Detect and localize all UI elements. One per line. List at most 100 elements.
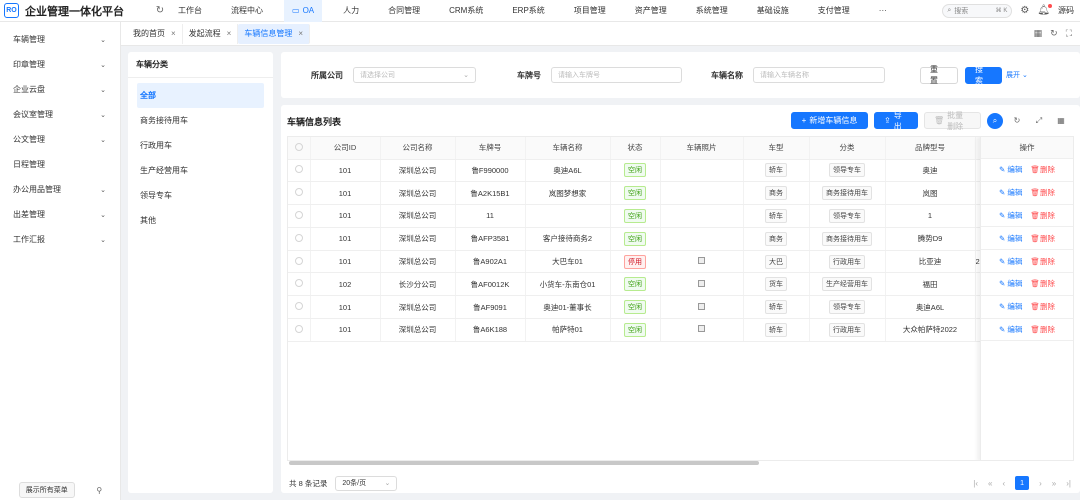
current-page[interactable]: 1 bbox=[1015, 476, 1030, 490]
top-nav-item[interactable]: ERP系统 bbox=[504, 0, 552, 22]
reset-button[interactable]: 重 置 bbox=[920, 65, 958, 85]
horizontal-scrollbar[interactable] bbox=[289, 461, 759, 465]
row-checkbox[interactable] bbox=[294, 302, 303, 311]
next-page-icon[interactable]: › bbox=[1039, 479, 1042, 488]
table-row[interactable]: 101 深圳总公司 鲁AFP3581 客户接待商务2 空闲 商务 商务接待用车 腾势D9 bbox=[288, 227, 1073, 251]
columns-icon[interactable]: ▦ bbox=[1053, 113, 1069, 129]
sidebar-item[interactable]: 出差管理 ⌄ bbox=[0, 202, 120, 227]
table-row[interactable]: 101 深圳总公司 鲁F990000 奥迪A6L 空闲 轿车 领导专车 奥迪 bbox=[288, 159, 1073, 183]
select-all-checkbox[interactable] bbox=[294, 142, 303, 151]
settings-icon[interactable]: ⚙ bbox=[1020, 5, 1029, 16]
top-nav-item[interactable]: 资产管理 bbox=[627, 0, 675, 22]
close-icon[interactable]: × bbox=[227, 29, 232, 38]
table-row[interactable]: 101 深圳总公司 鲁A6K188 帕萨特01 空闲 轿车 行政用车 大众帕萨特2022 bbox=[288, 318, 1073, 342]
sidebar-item[interactable]: 印章管理 ⌄ bbox=[0, 52, 120, 77]
app-logo[interactable]: RO 企业管理一体化平台 bbox=[0, 3, 150, 19]
tab-home[interactable]: 我的首页 × bbox=[127, 23, 183, 44]
vehicle-name-input[interactable]: 请输入车辆名称 bbox=[753, 67, 885, 83]
broken-image-icon[interactable] bbox=[698, 279, 705, 287]
delete-button[interactable]: 🗑︎删除 bbox=[1030, 324, 1055, 335]
user-name[interactable]: 源码 bbox=[1058, 5, 1074, 16]
page-size-select[interactable]: 20条/页 ⌄ bbox=[335, 475, 398, 491]
search-toggle-icon[interactable]: ⌕ bbox=[987, 112, 1003, 129]
row-checkbox[interactable] bbox=[294, 210, 303, 219]
table-row[interactable]: 101 深圳总公司 鲁A2K15B1 岚图梦想家 空闲 商务 商务接待用车 岚图 bbox=[288, 181, 1073, 206]
sidebar-item[interactable]: 会议室管理 ⌄ bbox=[0, 102, 120, 127]
table-row[interactable]: 101 深圳总公司 鲁A902A1 大巴车01 停用 大巴 行政用车 比亚迪 2 bbox=[288, 250, 1073, 274]
broken-image-icon[interactable] bbox=[698, 325, 705, 333]
column-header[interactable]: 车辆名称 bbox=[525, 137, 611, 160]
category-item[interactable]: 其他 bbox=[137, 208, 264, 233]
row-checkbox[interactable] bbox=[294, 324, 303, 333]
edit-button[interactable]: ✎ 编辑 bbox=[999, 301, 1022, 312]
top-nav-item[interactable]: 流程中心 bbox=[223, 0, 271, 22]
show-all-menu-button[interactable]: 展示所有菜单 bbox=[18, 482, 75, 498]
edit-button[interactable]: ✎ 编辑 bbox=[999, 164, 1022, 175]
column-header[interactable]: 品牌型号 bbox=[885, 137, 976, 160]
edit-button[interactable]: ✎ 编辑 bbox=[999, 210, 1022, 221]
category-item[interactable]: 全部 bbox=[137, 83, 264, 108]
refresh-icon[interactable]: ↻ bbox=[150, 5, 170, 16]
table-row[interactable]: 101 深圳总公司 11 空闲 轿车 领导专车 1 bbox=[288, 204, 1073, 228]
row-checkbox[interactable] bbox=[294, 188, 303, 197]
row-checkbox[interactable] bbox=[294, 256, 303, 265]
close-icon[interactable]: × bbox=[171, 29, 176, 38]
next-group-icon[interactable]: » bbox=[1052, 479, 1056, 488]
fullscreen-icon[interactable]: ⛶ bbox=[1066, 28, 1072, 39]
top-nav-item[interactable]: 合同管理 bbox=[380, 0, 428, 22]
delete-button[interactable]: 🗑︎删除 bbox=[1030, 278, 1055, 289]
grid-icon[interactable]: ▦ bbox=[1034, 28, 1043, 39]
expand-link[interactable]: 展开 ⌄ bbox=[1006, 70, 1028, 80]
top-nav-item[interactable]: ▭ OA bbox=[284, 0, 323, 22]
row-checkbox[interactable] bbox=[294, 165, 303, 174]
close-icon[interactable]: × bbox=[298, 29, 303, 38]
sidebar-item[interactable]: 企业云盘 ⌄ bbox=[0, 77, 120, 102]
search-button[interactable]: 搜 索 bbox=[965, 65, 1002, 85]
delete-button[interactable]: 🗑︎删除 bbox=[1030, 256, 1055, 267]
tab-vehicle-info[interactable]: 车辆信息管理 × bbox=[238, 23, 311, 44]
category-item[interactable]: 领导专车 bbox=[137, 183, 264, 208]
table-row[interactable]: 101 深圳总公司 鲁AF9091 奥迪01-董事长 空闲 轿车 领导专车 奥迪A6L bbox=[288, 295, 1073, 320]
pin-icon[interactable]: ⚲ bbox=[96, 486, 102, 495]
column-header[interactable]: 状态 bbox=[610, 137, 661, 160]
delete-button[interactable]: 🗑︎删除 bbox=[1030, 301, 1055, 312]
category-item[interactable]: 行政用车 bbox=[137, 133, 264, 158]
first-page-icon[interactable]: |‹ bbox=[973, 479, 978, 488]
prev-group-icon[interactable]: « bbox=[988, 479, 992, 488]
batch-delete-button[interactable]: 🗑︎ 批量删除 bbox=[924, 111, 981, 131]
edit-button[interactable]: ✎ 编辑 bbox=[999, 278, 1022, 289]
bell-icon[interactable]: 🔔︎ bbox=[1037, 4, 1052, 16]
sidebar-item[interactable]: 车辆管理 ⌄ bbox=[0, 27, 120, 52]
density-icon[interactable]: ⤢ bbox=[1031, 113, 1047, 129]
edit-button[interactable]: ✎ 编辑 bbox=[999, 256, 1022, 267]
row-checkbox[interactable] bbox=[294, 279, 303, 288]
top-nav-item[interactable]: 系统管理 bbox=[688, 0, 736, 22]
reload-icon[interactable]: ↻ bbox=[1050, 28, 1058, 39]
tab-start-process[interactable]: 发起流程 × bbox=[183, 23, 239, 44]
last-page-icon[interactable]: ›| bbox=[1066, 479, 1071, 488]
sidebar-item[interactable]: 办公用品管理 ⌄ bbox=[0, 177, 120, 202]
column-header[interactable]: 分类 bbox=[809, 137, 886, 160]
refresh-icon[interactable]: ↻ bbox=[1009, 113, 1025, 129]
delete-button[interactable]: 🗑︎删除 bbox=[1030, 210, 1055, 221]
top-nav-item[interactable]: 人力 bbox=[335, 0, 367, 22]
top-nav-item[interactable]: 支付管理 bbox=[810, 0, 858, 22]
edit-button[interactable]: ✎ 编辑 bbox=[999, 324, 1022, 335]
top-nav-item[interactable]: 工作台 bbox=[170, 0, 210, 22]
delete-button[interactable]: 🗑︎删除 bbox=[1030, 187, 1055, 198]
column-header[interactable]: 车辆照片 bbox=[660, 137, 744, 160]
column-header[interactable]: 车型 bbox=[743, 137, 810, 160]
top-nav-item[interactable]: 项目管理 bbox=[566, 0, 614, 22]
table-row[interactable]: 102 长沙分公司 鲁AF0012K 小货车-东南仓01 空闲 货车 生产经营用车 福田 bbox=[288, 272, 1073, 297]
top-nav-item[interactable]: ··· bbox=[871, 0, 895, 22]
add-vehicle-button[interactable]: + 新增车辆信息 bbox=[791, 112, 868, 129]
company-select[interactable]: 请选择公司 ⌄ bbox=[353, 67, 476, 83]
global-search[interactable]: ⌕ 搜索 ⌘ K bbox=[942, 3, 1013, 18]
category-item[interactable]: 商务接待用车 bbox=[137, 108, 264, 133]
category-item[interactable]: 生产经营用车 bbox=[137, 158, 264, 183]
delete-button[interactable]: 🗑︎删除 bbox=[1030, 164, 1055, 175]
top-nav-item[interactable]: 基础设施 bbox=[749, 0, 797, 22]
column-header[interactable]: 公司ID bbox=[310, 137, 381, 160]
export-button[interactable]: ⇪ 导出 bbox=[874, 111, 918, 131]
plate-input[interactable]: 请输入车牌号 bbox=[551, 67, 682, 83]
